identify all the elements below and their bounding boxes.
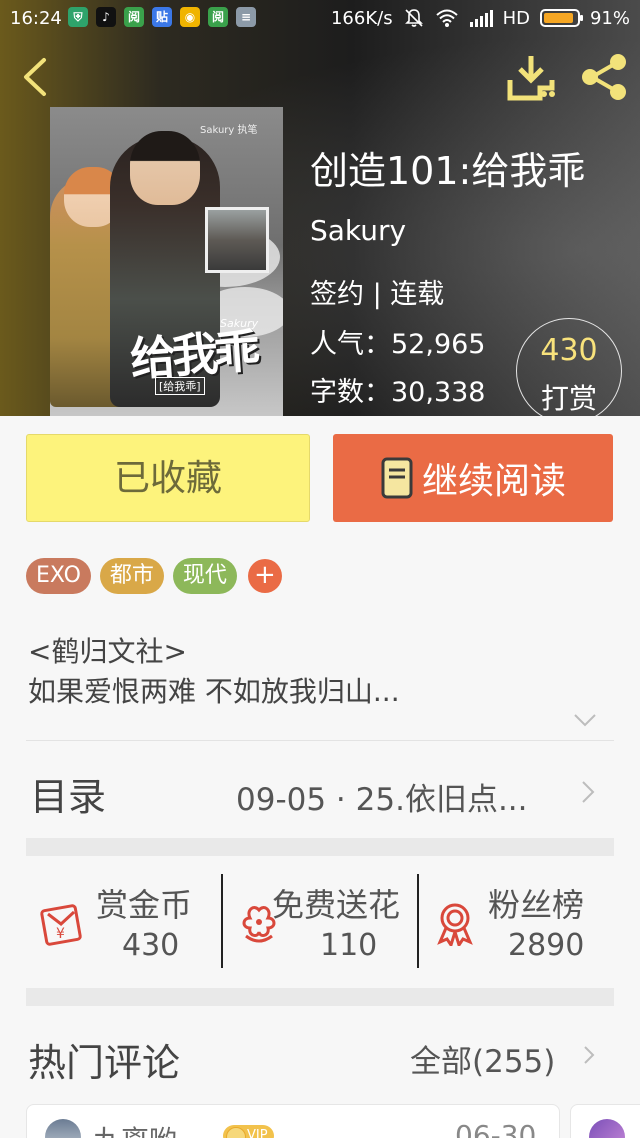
chevron-right-icon[interactable] — [582, 1044, 596, 1066]
all-comments-link[interactable]: 全部(255) — [410, 1036, 555, 1081]
reward-label: 打赏 — [540, 382, 597, 415]
section-divider — [26, 838, 614, 856]
stat-value: 110 — [320, 928, 378, 963]
signal-icon — [469, 10, 493, 27]
book-author[interactable]: Sakury — [310, 214, 406, 247]
award-icon — [437, 903, 473, 946]
battery-icon — [539, 9, 583, 27]
tag-modern[interactable]: 现代 — [172, 558, 237, 594]
book-status: 签约 | 连载 — [310, 279, 445, 310]
battery-level — [543, 13, 574, 23]
divider — [26, 740, 614, 741]
comment-card[interactable] — [570, 1104, 640, 1138]
comment-card[interactable]: 九离哟 VIP 06-30 — [26, 1104, 560, 1138]
collected-button[interactable]: 已收藏 — [26, 434, 310, 522]
fan-ranking-stat[interactable]: 粉丝榜 2890 — [418, 872, 614, 968]
cover-credit: Sakury 执笔 — [200, 125, 258, 136]
notification-app-icons: ⛨ ♪ 阅贴 ◉ 阅 ≡ — [68, 7, 256, 27]
stat-title: 免费送花 — [272, 886, 401, 924]
red-envelope-icon: ¥ — [40, 904, 82, 946]
reward-count: 430 — [540, 333, 598, 368]
book-popularity: 人气：52,965 — [310, 329, 486, 360]
book-title: 创造101:给我乖 — [310, 149, 586, 193]
reader-app-icon-2: 阅 — [208, 7, 228, 27]
add-tag-button[interactable]: + — [247, 559, 282, 593]
avatar[interactable] — [589, 1119, 625, 1138]
stat-value: 2890 — [508, 928, 585, 963]
wifi-icon — [435, 9, 458, 27]
toc-label[interactable]: 目录 — [30, 766, 106, 821]
free-flower-stat[interactable]: 免费送花 110 — [222, 872, 418, 968]
toc-latest-chapter[interactable]: 09-05 · 25.依旧点... — [236, 774, 528, 819]
reward-button[interactable]: 430 打赏 — [516, 318, 622, 416]
tag-list: EXO 都市 现代 + — [26, 558, 282, 594]
tieba-app-icon: 贴 — [152, 7, 172, 27]
continue-reading-button[interactable]: 继续阅读 — [333, 434, 613, 522]
status-time: 16:24 — [10, 8, 62, 29]
download-button[interactable] — [506, 52, 556, 102]
mute-bell-icon — [404, 9, 423, 27]
intro-line-2: 如果爱恨两难 不如放我归山... — [28, 675, 400, 708]
tag-city[interactable]: 都市 — [99, 558, 164, 594]
stat-title: 赏金币 — [96, 886, 193, 924]
reader-app-icon: 阅 — [124, 7, 144, 27]
chevron-right-icon[interactable] — [580, 779, 596, 805]
comment-username[interactable]: 九离哟 — [93, 1119, 177, 1138]
stat-title: 粉丝榜 — [488, 886, 585, 924]
share-button[interactable] — [578, 52, 630, 102]
section-divider — [26, 988, 614, 1006]
battery-percent: 91% — [589, 7, 630, 29]
browser-app-icon: ◉ — [180, 7, 200, 27]
tiktok-app-icon: ♪ — [96, 7, 116, 27]
shield-app-icon: ⛨ — [68, 7, 88, 27]
back-arrow-icon — [24, 58, 46, 96]
network-speed: 166K/s — [330, 7, 393, 29]
cover-subtitle-art: [给我乖] — [155, 377, 205, 395]
book-icon — [381, 457, 413, 499]
download-icon — [507, 56, 555, 101]
continue-reading-label: 继续阅读 — [421, 461, 566, 502]
back-button[interactable] — [14, 52, 58, 102]
vip-badge: VIP — [223, 1125, 274, 1138]
comment-date: 06-30 — [455, 1119, 537, 1138]
avatar[interactable] — [45, 1119, 81, 1138]
tag-exo[interactable]: EXO — [26, 558, 91, 594]
share-icon — [582, 54, 626, 100]
cover-signature-art: Sakury — [220, 317, 259, 330]
svg-text:¥: ¥ — [56, 926, 65, 942]
stat-value: 430 — [122, 928, 180, 963]
intro-line-1: <鹤归文社> — [28, 635, 187, 668]
cover-inset-photo — [205, 207, 269, 273]
book-header: 16:24 ⛨ ♪ 阅贴 ◉ 阅 ≡ 166K/s HD 91% Sakury … — [0, 0, 640, 416]
status-bar: 16:24 ⛨ ♪ 阅贴 ◉ 阅 ≡ 166K/s HD 91% — [0, 0, 640, 36]
status-right: 166K/s HD 91% — [331, 7, 630, 29]
network-type: HD — [502, 7, 530, 29]
notes-app-icon: ≡ — [236, 7, 256, 27]
book-word-count: 字数：30,338 — [310, 377, 486, 408]
chevron-down-icon[interactable] — [572, 712, 598, 728]
hot-comments-title: 热门评论 — [28, 1041, 181, 1085]
coin-reward-stat[interactable]: ¥ 赏金币 430 — [26, 872, 222, 968]
book-cover[interactable]: Sakury 执笔 给我乖 Sakury [给我乖] — [50, 107, 283, 416]
